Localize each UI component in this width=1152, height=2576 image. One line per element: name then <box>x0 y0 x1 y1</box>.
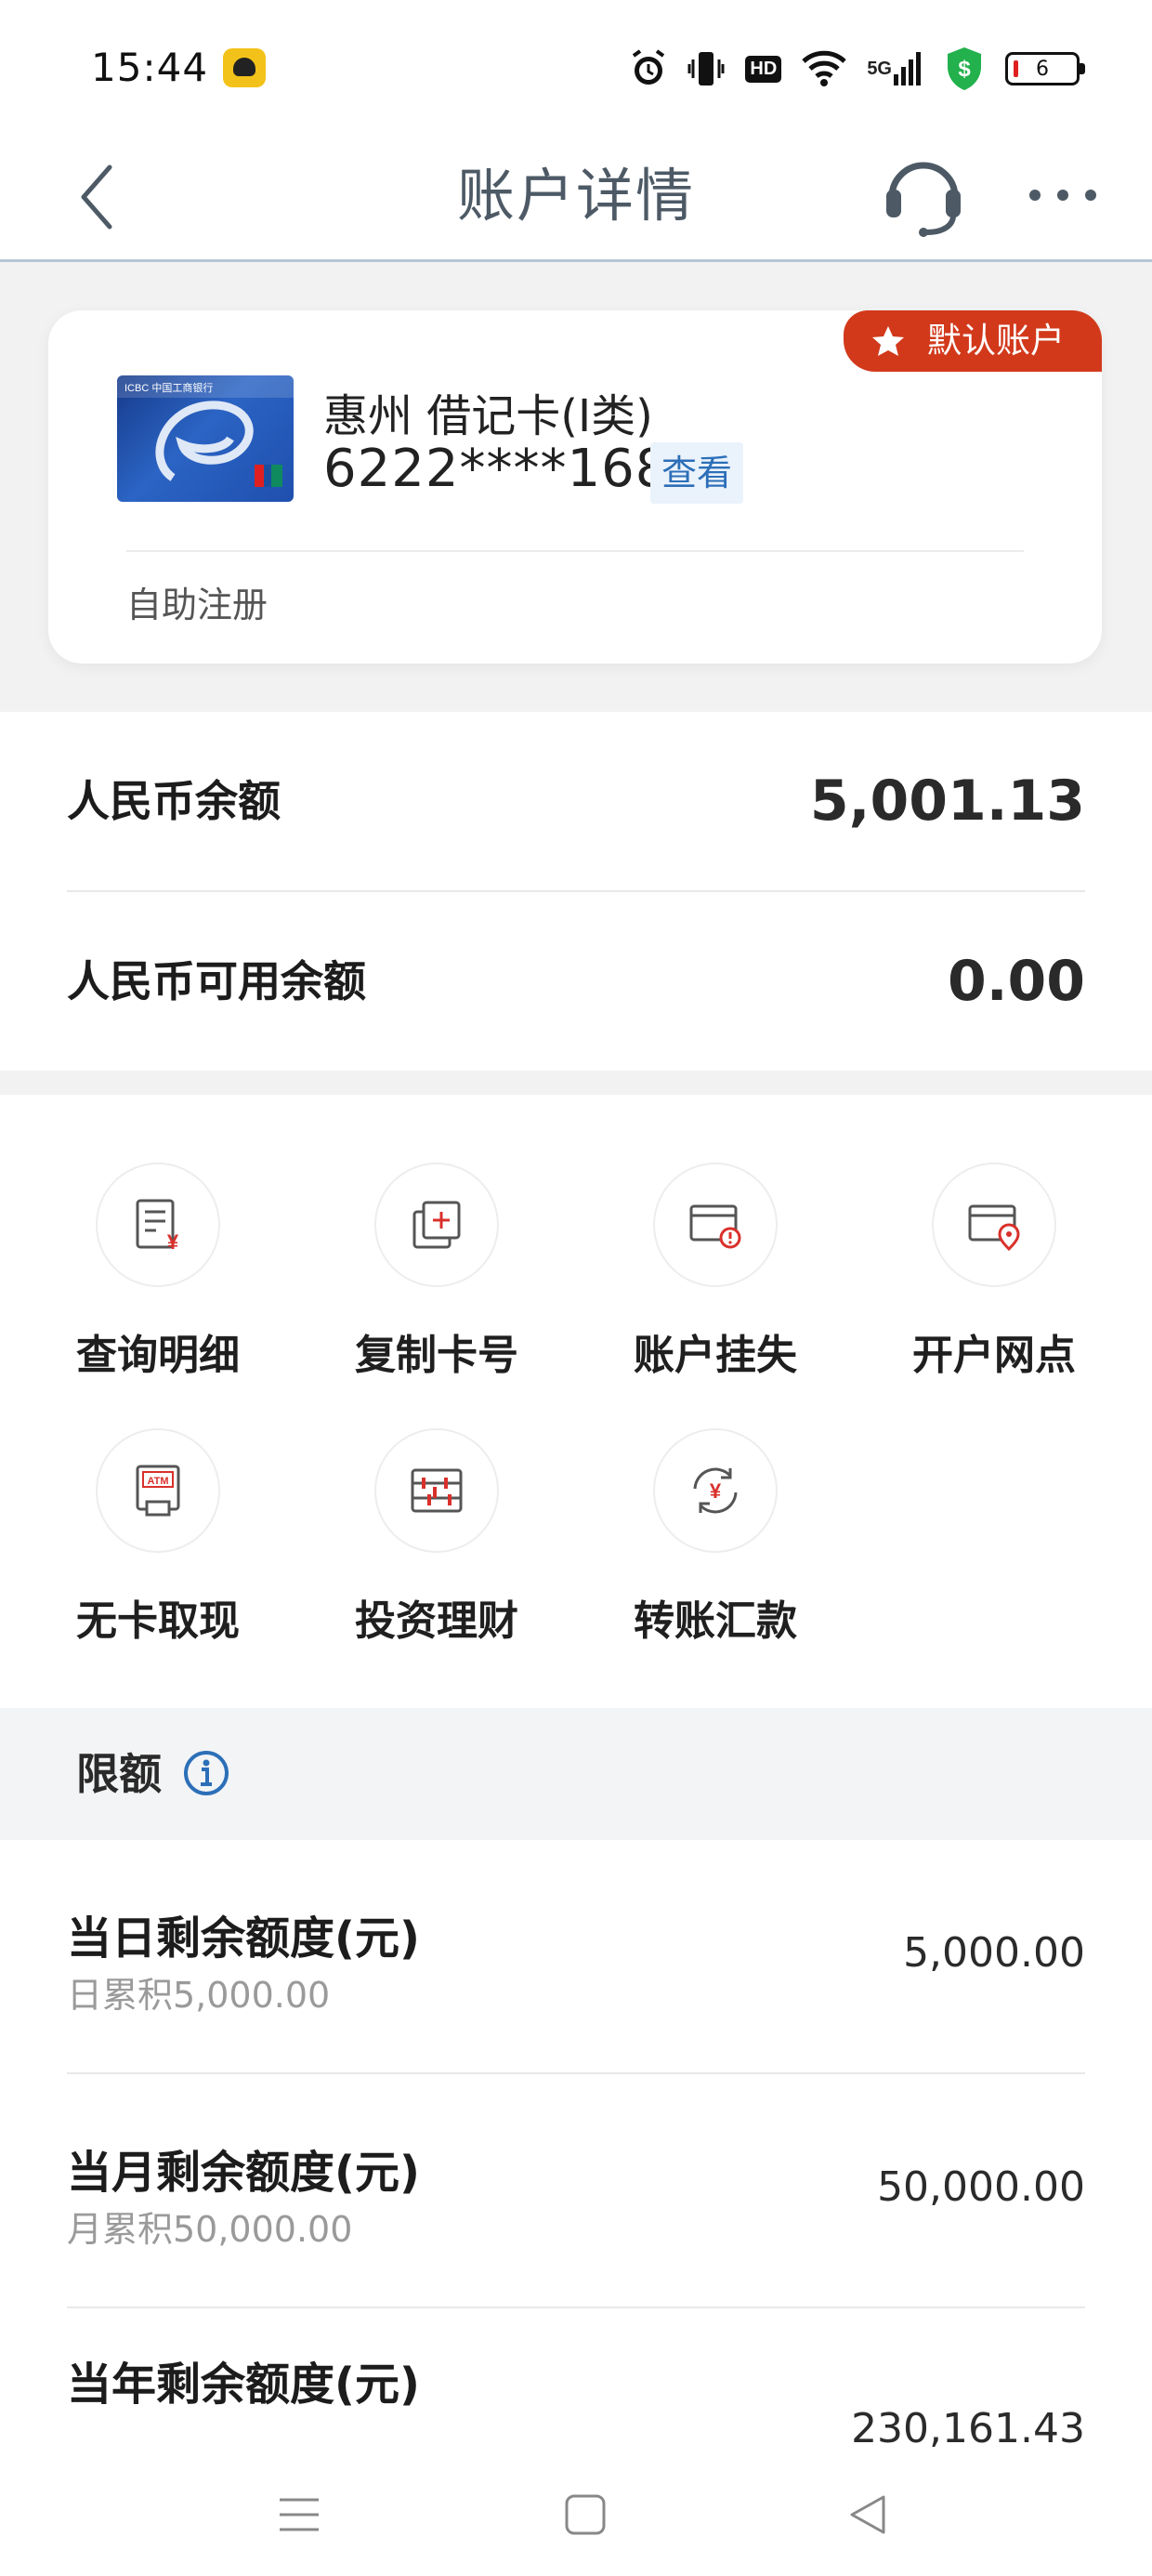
account-detail-screen: 15:44 HD 5G $ 6 账户详情 默认账户 ICBC 中国工商银行 惠州… <box>0 0 1152 2576</box>
back-triangle-icon <box>850 2495 885 2534</box>
rmb-balance-value: 5,001.13 <box>809 769 1085 834</box>
limit-row-title: 当日剩余额度(元) <box>67 1912 420 1965</box>
action-transfer[interactable]: ¥ 转账汇款 <box>576 1360 855 1645</box>
atm-icon: ATM <box>96 1428 220 1553</box>
transfer-yen-icon: ¥ <box>653 1428 778 1553</box>
home-square-icon <box>565 2494 606 2535</box>
menu-nav-button[interactable] <box>253 2474 346 2556</box>
limit-row-value: 230,161.43 <box>851 2405 1085 2452</box>
rmb-available-value: 0.00 <box>947 949 1085 1014</box>
account-name: 惠州 借记卡(I类) <box>323 390 653 442</box>
rmb-available-row: 人民币可用余额 0.00 <box>67 892 1085 1071</box>
action-query-details[interactable]: ¥ 查询明细 <box>19 1095 297 1379</box>
action-label: 开户网点 <box>912 1332 1076 1379</box>
limit-row-value: 5,000.00 <box>903 1929 1085 1977</box>
security-shield-icon: $ <box>944 46 985 92</box>
action-cardless-withdrawal[interactable]: ATM 无卡取现 <box>19 1360 297 1645</box>
atm-text: ATM <box>147 1476 168 1487</box>
status-bar: 15:44 HD 5G $ 6 <box>0 0 1152 130</box>
action-report-loss[interactable]: 账户挂失 <box>576 1095 855 1379</box>
action-label: 投资理财 <box>355 1597 518 1645</box>
limit-row-title: 当年剩余额度(元) <box>67 2359 420 2411</box>
view-card-number-button[interactable]: 查看 <box>650 442 744 504</box>
wifi-icon <box>802 50 847 87</box>
limit-row-title: 当月剩余额度(元) <box>67 2147 420 2199</box>
action-branch-locator[interactable]: 开户网点 <box>855 1095 1133 1379</box>
limit-row-subtitle: 月累积50,000.00 <box>67 2209 353 2250</box>
rmb-balance-label: 人民币余额 <box>67 776 281 826</box>
limit-row-value: 50,000.00 <box>877 2163 1085 2211</box>
monthly-limit-row: 当月剩余额度(元) 月累积50,000.00 50,000.00 <box>67 2074 1085 2307</box>
action-label: 无卡取现 <box>76 1597 240 1645</box>
headset-icon <box>886 162 961 237</box>
limit-row-subtitle: 日累积5,000.00 <box>67 1975 331 2016</box>
action-label: 转账汇款 <box>634 1597 797 1645</box>
battery-icon: 6 <box>1005 52 1085 85</box>
back-button[interactable] <box>54 151 137 243</box>
back-chevron-icon <box>81 164 112 230</box>
copy-card-icon <box>374 1163 499 1287</box>
status-time: 15:44 <box>91 45 209 90</box>
daily-limit-row: 当日剩余额度(元) 日累积5,000.00 5,000.00 <box>67 1840 1085 2072</box>
default-account-badge: 默认账户 <box>844 310 1102 372</box>
star-icon <box>872 326 904 356</box>
top-nav-bar: 账户详情 <box>0 130 1152 262</box>
hd-icon: HD <box>745 55 782 83</box>
limit-list: 当日剩余额度(元) 日累积5,000.00 5,000.00 当月剩余额度(元)… <box>0 1840 1152 2453</box>
rmb-available-label: 人民币可用余额 <box>67 956 366 1006</box>
limit-section-header: 限额 <box>0 1708 1152 1840</box>
app-notification-icon <box>223 48 266 87</box>
account-number: 6222****1682 <box>323 439 704 499</box>
more-dots-icon <box>1029 190 1096 201</box>
detail-receipt-icon: ¥ <box>96 1163 220 1287</box>
action-investment[interactable]: 投资理财 <box>297 1360 576 1645</box>
report-loss-icon <box>653 1163 778 1287</box>
5g-label: 5G <box>867 59 892 79</box>
card-registration-label: 自助注册 <box>126 585 268 625</box>
branch-location-icon <box>932 1163 1056 1287</box>
system-nav-bar <box>0 2453 1152 2576</box>
alarm-icon <box>630 48 667 89</box>
action-copy-card-number[interactable]: 复制卡号 <box>297 1095 576 1379</box>
account-card[interactable]: 默认账户 ICBC 中国工商银行 惠州 借记卡(I类) 6222****1682… <box>48 310 1102 664</box>
action-grid: ¥ 查询明细 复制卡号 账户挂失 开户网点 ATM 无卡取现 投资理财 ¥ 转账… <box>0 1095 1152 1708</box>
customer-service-button[interactable] <box>877 139 970 251</box>
rmb-balance-row: 人民币余额 5,001.13 <box>67 712 1085 890</box>
svg-text:$: $ <box>958 57 971 82</box>
yearly-limit-row: 当年剩余额度(元) 230,161.43 <box>67 2307 1085 2453</box>
svg-text:¥: ¥ <box>167 1230 179 1254</box>
page-title: 账户详情 <box>456 162 695 230</box>
balance-section: 人民币余额 5,001.13 人民币可用余额 0.00 <box>0 712 1152 1071</box>
back-nav-button[interactable] <box>821 2474 914 2556</box>
svg-text:¥: ¥ <box>710 1479 722 1503</box>
card-bank-text: ICBC 中国工商银行 <box>124 381 213 394</box>
home-nav-button[interactable] <box>539 2474 632 2556</box>
vibrate-icon <box>687 48 725 89</box>
5g-signal-icon: 5G <box>867 50 923 87</box>
bank-card-thumbnail: ICBC 中国工商银行 <box>117 375 294 502</box>
info-icon[interactable] <box>182 1749 230 1797</box>
limit-title: 限额 <box>76 1749 162 1799</box>
card-divider <box>126 550 1024 552</box>
more-button[interactable] <box>1016 149 1109 242</box>
menu-lines-icon <box>280 2498 319 2531</box>
status-icons: HD 5G $ 6 <box>630 43 1085 95</box>
default-account-label: 默认账户 <box>927 321 1065 361</box>
abacus-icon <box>374 1428 499 1553</box>
